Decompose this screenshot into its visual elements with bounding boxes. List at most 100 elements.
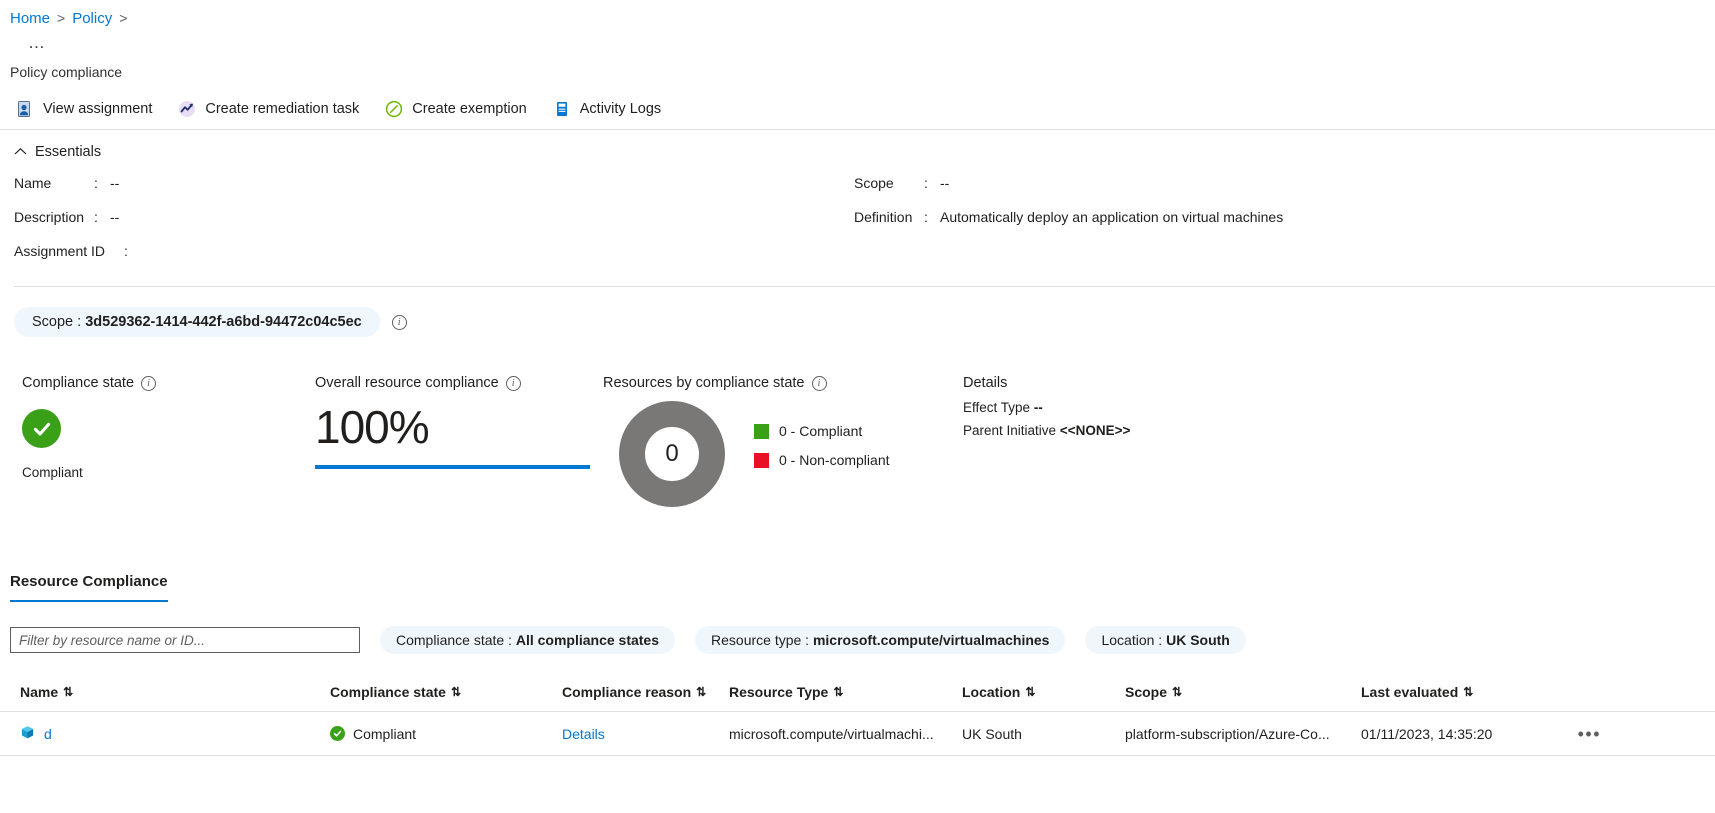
cell-compliance-reason: Details [562, 726, 729, 742]
filter-chip-resource-type[interactable]: Resource type : microsoft.compute/virtua… [695, 626, 1066, 654]
breadcrumb-item-home[interactable]: Home [10, 10, 50, 27]
essentials-grid: Name : -- Description : -- Assignment ID… [14, 174, 1715, 276]
scope-info-icon[interactable]: i [391, 314, 407, 330]
overall-compliance-title-row: Overall resource compliance i [315, 375, 603, 391]
breadcrumb-item-policy[interactable]: Policy [72, 10, 112, 27]
legend-label-compliant: 0 - Compliant [779, 423, 863, 439]
sort-icon-scope: ⇅ [1172, 685, 1182, 699]
sort-icon-last-evaluated: ⇅ [1463, 685, 1473, 699]
column-header-compliance-reason[interactable]: Compliance reason ⇅ [562, 684, 729, 700]
essentials-label-name: Name [14, 175, 52, 191]
essentials-row-scope: Scope : -- [854, 174, 1694, 192]
donut-chart-area: 0 0 - Compliant 0 - Non-compliant [603, 401, 963, 507]
compliance-donut-chart: 0 [619, 401, 725, 507]
remediation-chart-icon [178, 100, 196, 118]
scope-filter-chip[interactable]: Scope : 3d529362-1414-442f-a6bd-94472c04… [14, 307, 380, 337]
cell-resource-type: microsoft.compute/virtualmachi... [729, 725, 934, 742]
create-exemption-label: Create exemption [412, 101, 527, 117]
column-header-name[interactable]: Name ⇅ [20, 684, 330, 700]
donut-legend: 0 - Compliant 0 - Non-compliant [754, 423, 890, 481]
filter-chip-location[interactable]: Location : UK South [1085, 626, 1246, 654]
column-header-name-label: Name [20, 684, 59, 700]
page-title: … [28, 33, 47, 52]
column-header-last-evaluated[interactable]: Last evaluated ⇅ [1361, 684, 1541, 700]
breadcrumb-separator-icon: > [57, 10, 66, 26]
essentials-colon-assignment-id: : [124, 243, 128, 259]
sort-icon-compliance-reason: ⇅ [696, 685, 706, 699]
compliance-state-widget: Compliance state i Compliant [22, 375, 315, 507]
column-header-location[interactable]: Location ⇅ [962, 684, 1125, 700]
essentials-toggle[interactable]: Essentials [14, 144, 1715, 160]
essentials-colon-name: : [94, 175, 98, 191]
create-remediation-task-button[interactable]: Create remediation task [178, 100, 359, 118]
command-bar: View assignment Create remediation task … [0, 88, 1715, 130]
filter-value-location: UK South [1166, 632, 1230, 648]
create-exemption-button[interactable]: Create exemption [385, 100, 527, 118]
essentials-value-description: -- [110, 209, 120, 225]
legend-item-compliant: 0 - Compliant [754, 423, 890, 439]
cell-name-link[interactable]: d [44, 726, 52, 742]
cell-location: UK South [962, 725, 1022, 742]
cell-name: d [20, 725, 330, 743]
essentials-value-definition: Automatically deploy an application on v… [940, 209, 1284, 225]
exemption-slash-icon [385, 100, 403, 118]
details-row-parent-initiative: Parent Initiative <<NONE>> [963, 423, 1263, 438]
donut-center-value: 0 [665, 440, 679, 467]
details-label-parent-initiative: Parent Initiative [963, 423, 1057, 438]
resource-compliance-table: Name ⇅ Compliance state ⇅ Compliance rea… [0, 684, 1715, 756]
breadcrumb: Home > Policy > [0, 0, 1715, 28]
chevron-up-icon [14, 144, 27, 160]
essentials-colon-definition: : [924, 209, 928, 225]
breadcrumb-separator-icon-2: > [119, 10, 128, 26]
column-header-scope[interactable]: Scope ⇅ [1125, 684, 1361, 700]
view-assignment-button[interactable]: View assignment [16, 100, 152, 118]
compliance-state-info-icon[interactable]: i [141, 375, 157, 391]
essentials-label: Essentials [35, 144, 102, 160]
overall-compliance-info-icon[interactable]: i [505, 375, 521, 391]
details-value-parent-initiative: <<NONE>> [1059, 423, 1131, 438]
activity-logs-button[interactable]: Activity Logs [553, 100, 661, 118]
scope-filter-label: Scope : [32, 314, 82, 330]
sort-icon-resource-type: ⇅ [833, 685, 843, 699]
create-remediation-task-label: Create remediation task [205, 101, 360, 117]
essentials-row-definition: Definition : Automatically deploy an app… [854, 208, 1694, 226]
essentials-colon-scope: : [924, 175, 928, 191]
column-header-compliance-state[interactable]: Compliance state ⇅ [330, 684, 562, 700]
row-context-menu-icon[interactable]: ••• [1578, 725, 1601, 743]
filter-label-compliance-state: Compliance state : [396, 632, 512, 648]
column-header-resource-type[interactable]: Resource Type ⇅ [729, 684, 962, 700]
cell-compliance-state-label: Compliant [353, 725, 417, 742]
scope-filter-value: 3d529362-1414-442f-a6bd-94472c04c5ec [85, 314, 362, 330]
essentials-column-left: Name : -- Description : -- Assignment ID… [14, 174, 854, 276]
overall-compliance-progress-bar [315, 465, 590, 469]
details-value-effect-type: -- [1033, 400, 1043, 415]
donut-info-icon[interactable]: i [811, 375, 827, 391]
essentials-value-scope: -- [940, 175, 950, 191]
activity-logs-icon [553, 100, 571, 118]
cell-compliance-reason-link[interactable]: Details [562, 726, 605, 742]
sort-icon-compliance-state: ⇅ [450, 685, 461, 699]
policy-compliance-page: Home > Policy > … Policy compliance View… [0, 0, 1715, 813]
details-label-effect-type: Effect Type [963, 400, 1031, 415]
essentials-colon-description: : [94, 209, 98, 225]
essentials-row-name: Name : -- [14, 174, 854, 192]
page-title-block: … Policy compliance [0, 28, 1715, 80]
essentials-column-right: Scope : -- Definition : Automatically de… [854, 174, 1694, 276]
essentials-label-description: Description [14, 209, 85, 225]
view-assignment-label: View assignment [43, 101, 153, 117]
column-header-scope-label: Scope [1125, 684, 1168, 700]
filter-value-resource-type: microsoft.compute/virtualmachines [812, 632, 1050, 648]
activity-logs-label: Activity Logs [579, 101, 662, 117]
tab-resource-compliance[interactable]: Resource Compliance [10, 573, 168, 602]
table-row[interactable]: d Compliant Details microsoft.compute/vi… [0, 712, 1715, 756]
resources-by-compliance-state-widget: Resources by compliance state i 0 0 - Co… [603, 375, 963, 507]
filter-chip-compliance-state[interactable]: Compliance state : All compliance states [380, 626, 676, 654]
search-input[interactable] [10, 627, 360, 653]
essentials-row-assignment-id: Assignment ID : [14, 242, 854, 260]
essentials-label-scope: Scope [854, 175, 894, 191]
scope-filter-row: Scope : 3d529362-1414-442f-a6bd-94472c04… [0, 287, 1715, 337]
legend-label-non-compliant: 0 - Non-compliant [779, 452, 890, 468]
filter-label-location: Location : [1101, 632, 1163, 648]
view-assignment-icon [16, 100, 34, 118]
donut-title-row: Resources by compliance state i [603, 375, 963, 391]
